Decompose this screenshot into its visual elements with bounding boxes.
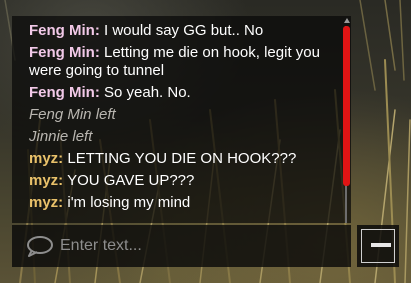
keyboard-bar-icon	[371, 243, 391, 247]
chat-log: Feng Min: I would say GG but.. No Feng M…	[29, 22, 329, 216]
chat-input-bar[interactable]	[12, 225, 351, 267]
message-sender: Feng Min:	[29, 84, 100, 101]
message-sender: Feng Min:	[29, 44, 100, 61]
scroll-up-icon[interactable]	[344, 18, 350, 23]
chat-message: myz: i'm losing my mind	[29, 194, 329, 212]
scrollbar-thumb[interactable]	[343, 26, 350, 186]
message-sender: myz:	[29, 150, 64, 167]
message-text: YOU GAVE UP???	[63, 172, 195, 189]
chat-message: Feng Min: Letting me die on hook, legit …	[29, 44, 329, 80]
chat-message: Feng Min: So yeah. No.	[29, 84, 329, 102]
chat-bubble-icon	[27, 236, 53, 257]
chat-message: myz: YOU GAVE UP???	[29, 172, 329, 190]
message-text: I would say GG but.. No	[99, 22, 264, 39]
system-message: Jinnie left	[29, 128, 93, 145]
message-text: So yeah. No.	[99, 84, 191, 101]
message-text: LETTING YOU DIE ON HOOK???	[63, 150, 297, 167]
system-message: Feng Min left	[29, 106, 116, 123]
chat-message: myz: LETTING YOU DIE ON HOOK???	[29, 150, 329, 168]
message-text: i'm losing my mind	[63, 194, 191, 211]
chat-text-input[interactable]	[60, 233, 340, 259]
chat-panel: Feng Min: I would say GG but.. No Feng M…	[12, 16, 351, 223]
keyboard-button[interactable]	[357, 225, 399, 267]
message-sender: Feng Min:	[29, 22, 100, 39]
chat-message: Feng Min: I would say GG but.. No	[29, 22, 329, 40]
message-sender: myz:	[29, 194, 64, 211]
message-sender: myz:	[29, 172, 64, 189]
